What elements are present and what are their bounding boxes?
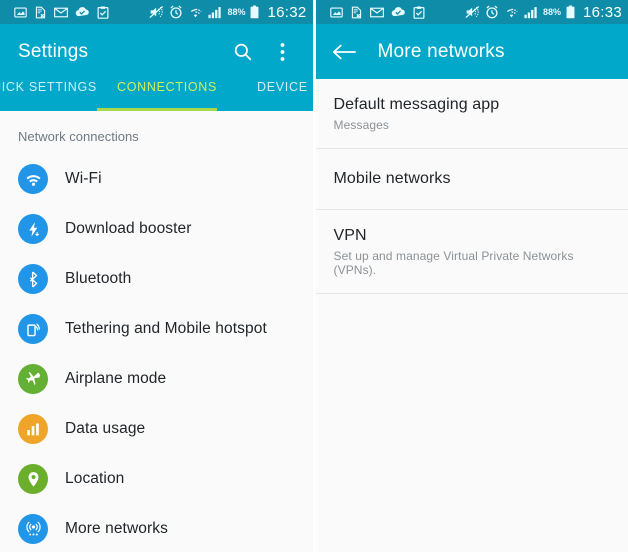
connections-list: Network connections Wi-Fi Download boost… <box>0 111 313 552</box>
list-item-location[interactable]: Location <box>0 454 313 504</box>
status-system-icons: 88% 16:33 <box>465 4 622 21</box>
status-notification-icons <box>14 5 109 19</box>
image-icon <box>329 6 343 18</box>
list-item-title: Mobile networks <box>333 170 451 187</box>
status-clock: 16:33 <box>582 3 622 21</box>
cloud-check-icon <box>391 7 405 17</box>
list-item-label: Location <box>65 470 125 487</box>
left-status-bar: 88% 16:32 <box>0 0 313 24</box>
section-header-network-connections: Network connections <box>18 129 139 144</box>
list-item-title: Default messaging app <box>333 96 500 113</box>
mute-icon <box>149 6 164 18</box>
wifi-icon <box>506 8 518 17</box>
clipboard-check-icon <box>97 5 109 19</box>
signal-icon <box>524 6 537 18</box>
list-item-airplane-mode[interactable]: Airplane mode <box>0 354 313 404</box>
list-item-wifi[interactable]: Wi-Fi <box>0 154 313 204</box>
list-item-bluetooth[interactable]: Bluetooth <box>0 254 313 304</box>
wifi-icon <box>191 8 203 17</box>
page-title: More networks <box>377 40 505 62</box>
list-item-default-messaging-app[interactable]: Default messaging app Messages <box>315 79 628 149</box>
alarm-icon <box>486 5 498 19</box>
tab-device[interactable]: DEVICE <box>257 80 308 94</box>
tab-quick-settings[interactable]: UICK SETTINGS <box>0 80 97 94</box>
list-item-mobile-networks[interactable]: Mobile networks <box>315 149 628 210</box>
list-item-download-booster[interactable]: Download booster <box>0 204 313 254</box>
clipboard-check-icon <box>413 5 424 19</box>
page-title: Settings <box>18 40 89 62</box>
battery-icon <box>250 5 259 19</box>
battery-icon <box>566 5 575 19</box>
cloud-check-icon <box>75 7 89 17</box>
status-system-icons: 88% 16:32 <box>149 4 306 21</box>
battery-percent-label: 88% <box>227 7 246 17</box>
settings-tabs: UICK SETTINGS CONNECTIONS DEVICE <box>0 79 313 111</box>
right-status-bar: 88% 16:33 <box>315 0 628 24</box>
image-icon <box>14 6 27 18</box>
settings-app-bar: Settings <box>0 24 313 79</box>
list-item-subtitle: Messages <box>333 118 389 132</box>
mute-icon <box>465 6 480 18</box>
list-item-label: Tethering and Mobile hotspot <box>65 320 267 337</box>
app-bar-actions <box>231 40 301 64</box>
list-item-vpn[interactable]: VPN Set up and manage Virtual Private Ne… <box>315 210 628 294</box>
list-item-title: VPN <box>333 227 367 244</box>
list-item-label: More networks <box>65 520 168 537</box>
bluetooth-icon <box>18 264 48 294</box>
tab-active-underline <box>97 108 217 111</box>
status-clock: 16:32 <box>267 3 307 21</box>
search-icon[interactable] <box>231 40 255 64</box>
arrow-left-icon[interactable] <box>332 42 356 62</box>
list-item-label: Airplane mode <box>65 370 167 387</box>
list-item-label: Data usage <box>65 420 146 437</box>
more-networks-list: Default messaging app Messages Mobile ne… <box>315 79 628 552</box>
list-item-label: Download booster <box>65 220 192 237</box>
wifi-icon <box>18 164 48 194</box>
more-networks-app-bar: More networks <box>315 24 628 79</box>
hotspot-icon <box>18 314 48 344</box>
list-item-data-usage[interactable]: Data usage <box>0 404 313 454</box>
map-pin-icon <box>18 464 48 494</box>
airplane-icon <box>18 364 48 394</box>
dual-screenshot: 88% 16:32 Settings UICK SETTINGS CONNECT… <box>0 0 628 552</box>
tab-connections[interactable]: CONNECTIONS <box>117 80 217 94</box>
envelope-icon <box>369 7 384 17</box>
right-phone-screen: 88% 16:33 More networks Default messagin… <box>313 0 628 552</box>
app-bar-back-row: More networks <box>332 41 505 63</box>
alarm-icon <box>170 5 182 19</box>
envelope-icon <box>54 7 68 17</box>
list-item-subtitle: Set up and manage Virtual Private Networ… <box>333 249 574 277</box>
list-item-label: Wi-Fi <box>65 170 102 187</box>
document-cancel-icon <box>35 6 46 18</box>
status-notification-icons <box>329 5 425 19</box>
list-item-more-networks[interactable]: More networks <box>0 504 313 552</box>
bar-chart-icon <box>18 414 48 444</box>
signal-icon <box>208 6 222 18</box>
battery-percent-label: 88% <box>542 7 561 17</box>
list-item-label: Bluetooth <box>65 270 132 287</box>
list-item-tethering-hotspot[interactable]: Tethering and Mobile hotspot <box>0 304 313 354</box>
broadcast-icon <box>18 514 48 544</box>
download-boost-icon <box>18 214 48 244</box>
left-phone-screen: 88% 16:32 Settings UICK SETTINGS CONNECT… <box>0 0 314 552</box>
document-cancel-icon <box>351 6 361 18</box>
more-vertical-icon[interactable] <box>271 40 295 64</box>
